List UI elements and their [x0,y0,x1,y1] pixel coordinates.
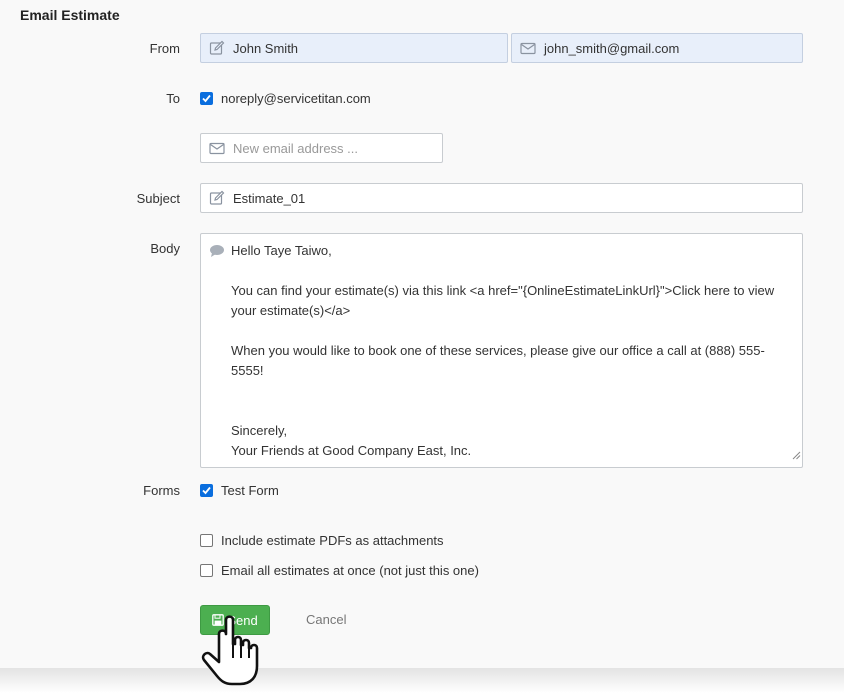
new-email-input[interactable]: New email address ... [200,133,443,163]
body-line3: When you would like to book one of these… [231,343,765,378]
resize-handle[interactable] [792,446,801,466]
from-email-value: john_smith@gmail.com [544,40,680,56]
email-all-option[interactable]: Email all estimates at once (not just th… [200,563,479,578]
to-recipient-label: noreply@servicetitan.com [221,91,371,106]
envelope-icon [520,40,536,56]
from-name-value: John Smith [233,40,299,56]
edit-icon [209,40,225,56]
to-label: To [166,91,180,106]
include-pdfs-label: Include estimate PDFs as attachments [221,533,444,548]
body-line1: You can find your estimate(s) via this l… [231,283,775,298]
from-name-field[interactable]: John Smith [200,33,508,63]
body-signature: Your Friends at Good Company East, Inc. [231,443,472,458]
new-email-placeholder: New email address ... [233,140,358,156]
email-all-label: Email all estimates at once (not just th… [221,563,479,578]
subject-label: Subject [136,191,180,206]
form-option-test-form[interactable]: Test Form [200,483,279,498]
include-pdfs-option[interactable]: Include estimate PDFs as attachments [200,533,444,548]
test-form-label: Test Form [221,483,279,498]
forms-label: Forms [143,483,180,498]
include-pdfs-checkbox[interactable] [200,534,213,547]
subject-value: Estimate_01 [233,190,306,206]
subject-input[interactable]: Estimate_01 [200,183,803,213]
from-label: From [149,41,180,56]
to-recipient-checkbox[interactable] [200,92,213,105]
speech-bubble-icon [209,244,225,264]
from-email-field[interactable]: john_smith@gmail.com [511,33,803,63]
test-form-checkbox[interactable] [200,484,213,497]
edit-icon [209,190,225,206]
envelope-icon [209,140,225,156]
hand-pointer-icon [200,614,266,691]
checkmark-icon [202,486,211,495]
email-all-checkbox[interactable] [200,564,213,577]
body-label: Body [150,241,180,256]
cancel-link[interactable]: Cancel [306,612,346,627]
body-line2: your estimate(s)</a> [231,303,351,318]
body-closing: Sincerely, [231,423,288,438]
page-title: Email Estimate [20,7,120,23]
body-textarea[interactable]: Hello Taye Taiwo, You can find your esti… [200,233,803,468]
checkmark-icon [202,94,211,103]
footer-shadow [0,668,844,693]
to-recipient-option[interactable]: noreply@servicetitan.com [200,91,371,106]
body-greeting: Hello Taye Taiwo, [231,243,332,258]
